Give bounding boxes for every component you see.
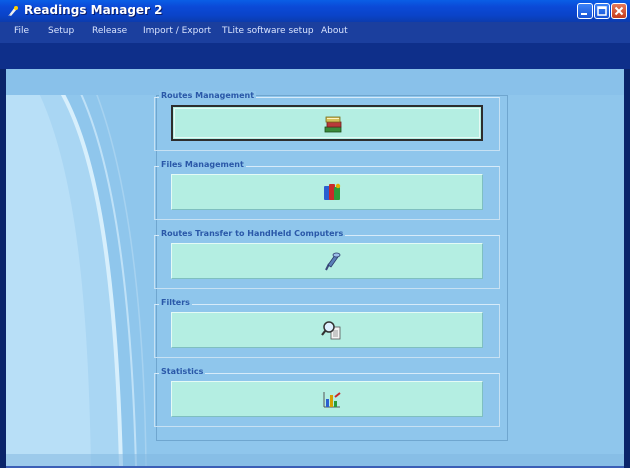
group-label: Routes Transfer to HandHeld Computers [159,229,346,238]
routes-transfer-button[interactable] [171,243,483,279]
statistics-group: Statistics [154,367,500,427]
minimize-button[interactable] [577,3,593,19]
group-label: Filters [159,298,192,307]
group-label: Routes Management [159,91,257,100]
window-title: Readings Manager 2 [24,3,163,17]
menu-tlite-setup[interactable]: TLite software setup [222,26,314,36]
filter-icon [321,321,341,340]
books-icon [324,116,342,133]
files-management-group: Files Management [154,160,500,220]
title-bar[interactable]: Readings Manager 2 [0,0,630,22]
routes-transfer-group: Routes Transfer to HandHeld Computers [154,229,500,289]
group-label: Statistics [159,367,206,376]
files-management-button[interactable] [171,174,483,210]
transfer-icon [325,252,341,271]
close-button[interactable] [611,3,627,19]
toolbar-strip [0,43,630,69]
minimize-icon [581,13,587,15]
menu-release[interactable]: Release [92,26,127,36]
routes-management-group: Routes Management [154,91,500,151]
filters-button[interactable] [171,312,483,348]
maximize-button[interactable] [594,3,610,19]
menu-about[interactable]: About [321,26,348,36]
maximize-icon [597,6,607,16]
group-label: Files Management [159,160,246,169]
statistics-icon [323,392,341,408]
statistics-button[interactable] [171,381,483,417]
filters-group: Filters [154,298,500,358]
close-icon [614,6,624,16]
menu-file[interactable]: File [14,26,29,36]
menu-bar: File Setup Release Import / Export TLite… [0,22,630,43]
files-icon [324,183,341,200]
main-panel: Routes Management Files Management Route… [6,69,624,466]
app-window: Readings Manager 2 File Setup Release Im… [0,0,630,468]
routes-management-button[interactable] [171,105,483,141]
menu-setup[interactable]: Setup [48,26,74,36]
menu-import-export[interactable]: Import / Export [143,26,211,36]
app-icon [8,6,18,16]
